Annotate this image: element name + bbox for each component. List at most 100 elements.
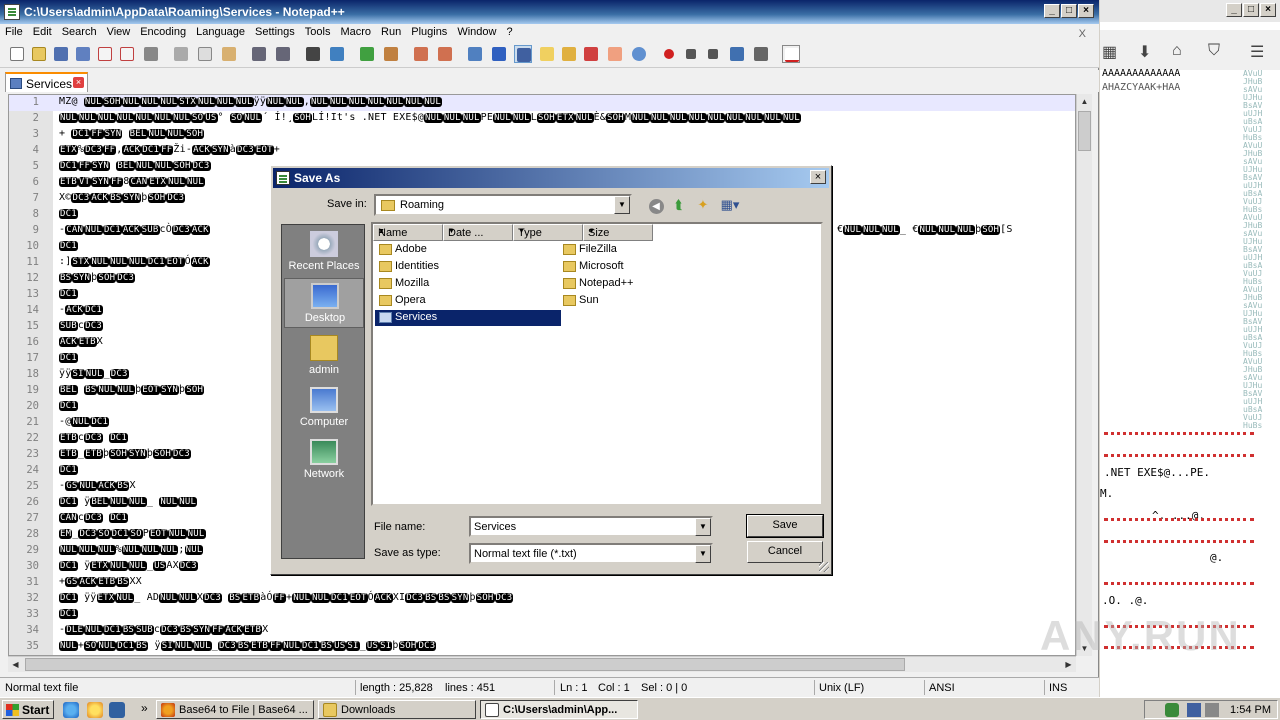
save-button[interactable]: Save [746, 514, 824, 538]
network-tray-icon[interactable] [1187, 703, 1201, 717]
menu-run[interactable]: Run [376, 24, 406, 38]
back-icon[interactable]: ◀ [646, 196, 666, 214]
editor-line[interactable]: 35 NUL+SO NUL DC1 BS ÿSI NUL NUL_DC3 BS ETB FF NUL… [9, 639, 1075, 655]
menu-encoding[interactable]: Encoding [135, 24, 191, 38]
dialog-close-button[interactable]: × [810, 170, 826, 184]
horizontal-scrollbar[interactable]: ◀ ▶ [8, 656, 1076, 672]
menu-language[interactable]: Language [191, 24, 250, 38]
new-file-icon[interactable] [8, 45, 26, 63]
close-document-icon[interactable]: X [1074, 26, 1091, 40]
shield-icon[interactable]: ⛉ [1208, 42, 1220, 60]
list-item-microsoft[interactable]: Microsoft [559, 259, 745, 275]
scroll-left-icon[interactable]: ◀ [8, 657, 23, 672]
close-file-icon[interactable] [96, 45, 114, 63]
volume-icon[interactable] [1205, 703, 1219, 717]
function-list-icon[interactable] [582, 45, 600, 63]
minimize-button[interactable]: _ [1044, 4, 1060, 18]
cut-icon[interactable] [172, 45, 190, 63]
place-admin[interactable]: admin [284, 331, 364, 381]
print-icon[interactable] [142, 45, 160, 63]
lang-udl-icon[interactable] [538, 45, 556, 63]
bg-close-button[interactable]: × [1260, 3, 1276, 17]
task-notepadpp[interactable]: C:\Users\admin\App... [480, 700, 638, 719]
place-desktop[interactable]: Desktop [284, 278, 364, 328]
spell-check-icon[interactable] [782, 45, 800, 63]
list-item-opera[interactable]: Opera [375, 293, 561, 309]
download-icon[interactable]: ⬇ [1138, 42, 1151, 62]
column-name[interactable]: Name ▲ ▼ [373, 224, 443, 241]
hamburger-menu-icon[interactable]: ☰ [1250, 42, 1264, 62]
close-button[interactable]: × [1078, 4, 1094, 18]
editor-line[interactable]: 32 DC1 ÿÿETX NUL_ ADNUL NULXDC3 BS ETBàÓFF+N… [9, 591, 1075, 607]
list-item-identities[interactable]: Identities [375, 259, 561, 275]
zoom-in-icon[interactable] [358, 45, 376, 63]
sync-vertical-icon[interactable] [412, 45, 430, 63]
editor-line[interactable]: 1 MZ@ NUL SOH NUL NUL NUL STX NUL NUL NULÿÿNUL NUL… [9, 95, 1075, 111]
zoom-out-icon[interactable] [382, 45, 400, 63]
show-desktop-icon[interactable] [109, 702, 125, 718]
show-all-chars-icon[interactable] [490, 45, 508, 63]
calculator-icon[interactable]: ▦ [1102, 42, 1117, 62]
paste-icon[interactable] [220, 45, 238, 63]
undo-icon[interactable] [250, 45, 268, 63]
resize-grip[interactable] [819, 562, 829, 572]
place-network[interactable]: Network [284, 435, 364, 485]
ie-icon[interactable] [63, 702, 79, 718]
copy-icon[interactable] [196, 45, 214, 63]
chevron-down-icon[interactable]: ▼ [378, 228, 440, 235]
editor-line[interactable]: 33 DC1 [9, 607, 1075, 623]
save-macro-icon[interactable] [752, 45, 770, 63]
doc-map-icon[interactable] [560, 45, 578, 63]
replace-icon[interactable] [328, 45, 346, 63]
list-item-adobe[interactable]: Adobe [375, 242, 561, 258]
menu-help[interactable]: ? [501, 24, 517, 38]
new-folder-icon[interactable]: ✦ [693, 196, 713, 214]
menu-plugins[interactable]: Plugins [406, 24, 452, 38]
start-button[interactable]: Start [2, 700, 54, 719]
cancel-button[interactable]: Cancel [747, 541, 823, 563]
column-size[interactable]: Size ▼ [583, 224, 653, 241]
editor-line[interactable]: 31 +GS ACK ETB BSXX [9, 575, 1075, 591]
close-all-icon[interactable] [118, 45, 136, 63]
save-in-combo[interactable]: Roaming ▼ [374, 194, 632, 216]
view-menu-icon[interactable]: ▦▾ [717, 196, 743, 214]
monitoring-icon[interactable] [630, 45, 648, 63]
quicklaunch-more-icon[interactable]: » [141, 701, 148, 715]
vertical-scroll-thumb[interactable] [1078, 111, 1091, 151]
menu-window[interactable]: Window [452, 24, 501, 38]
place-recent-places[interactable]: Recent Places [284, 227, 364, 277]
editor-line[interactable]: 2 NUL NUL NUL NUL NUL NUL NUL SO US° SO NUL´ Í!¸SO… [9, 111, 1075, 127]
close-tab-icon[interactable]: × [73, 77, 84, 88]
stop-macro-icon[interactable] [682, 45, 700, 63]
chevron-down-icon[interactable]: ▼ [695, 545, 711, 563]
messenger-icon[interactable] [87, 702, 103, 718]
chevron-down-icon[interactable]: ▼ [695, 518, 711, 536]
chevron-down-icon[interactable]: ▼ [614, 196, 630, 214]
redo-icon[interactable] [274, 45, 292, 63]
place-computer[interactable]: Computer [284, 383, 364, 433]
list-item-mozilla[interactable]: Mozilla [375, 276, 561, 292]
list-item-filezilla[interactable]: FileZilla [559, 242, 745, 258]
home-icon[interactable]: ⌂ [1172, 42, 1182, 60]
menu-macro[interactable]: Macro [335, 24, 376, 38]
find-icon[interactable] [304, 45, 322, 63]
chevron-down-icon[interactable]: ▼ [518, 228, 580, 235]
menu-view[interactable]: View [102, 24, 136, 38]
bg-maximize-button[interactable]: □ [1243, 3, 1259, 17]
menu-settings[interactable]: Settings [250, 24, 300, 38]
editor-line[interactable]: 34 -DLE NUL DC1 BS SUBcDC3 BS SYN FF ACK ETBX [9, 623, 1075, 639]
scroll-up-icon[interactable]: ▲ [1077, 94, 1092, 109]
column-type[interactable]: Type ▼ [513, 224, 583, 241]
list-item-services[interactable]: Services [375, 310, 561, 326]
chevron-down-icon[interactable]: ▼ [448, 228, 510, 235]
save-all-icon[interactable] [74, 45, 92, 63]
bg-minimize-button[interactable]: _ [1226, 3, 1242, 17]
record-macro-icon[interactable] [660, 45, 678, 63]
menu-tools[interactable]: Tools [300, 24, 336, 38]
indent-guide-icon[interactable] [514, 45, 532, 63]
task-downloads[interactable]: Downloads [318, 700, 476, 719]
maximize-button[interactable]: □ [1061, 4, 1077, 18]
open-file-icon[interactable] [30, 45, 48, 63]
list-item-sun[interactable]: Sun [559, 293, 745, 309]
word-wrap-icon[interactable] [466, 45, 484, 63]
